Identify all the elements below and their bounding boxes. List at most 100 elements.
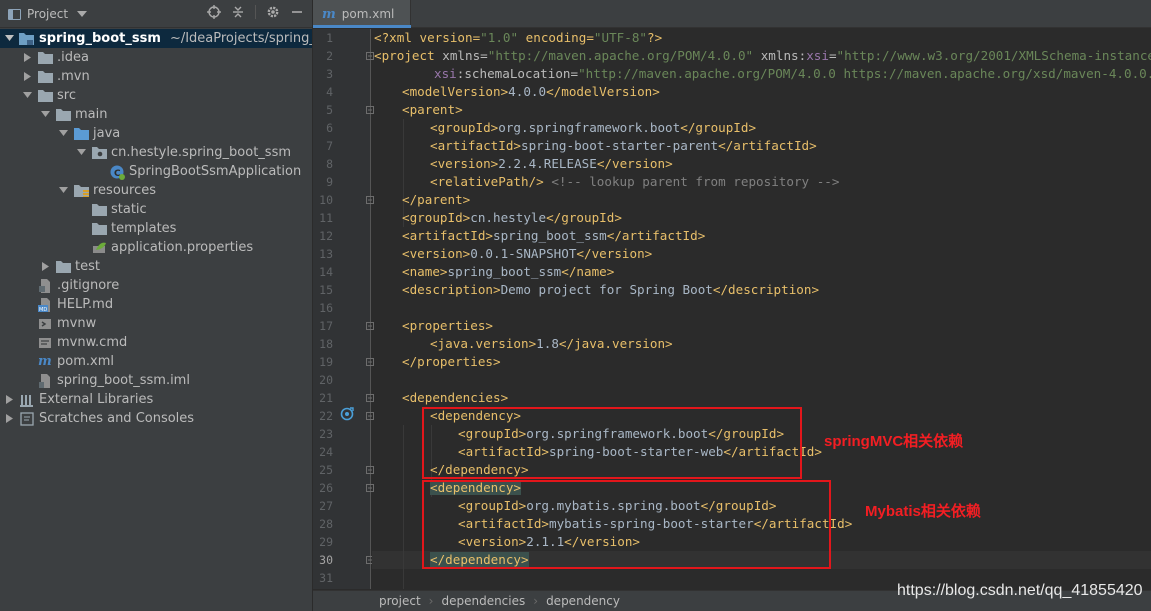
tree-item-iml[interactable]: spring_boot_ssm.iml (0, 371, 312, 390)
tree-item-label: HELP.md (57, 297, 114, 312)
chevron-down-icon[interactable] (22, 86, 34, 105)
line-number: 1 (326, 31, 333, 45)
collapse-all-icon[interactable] (231, 5, 245, 19)
package-icon (92, 146, 107, 159)
code-line-18: <java.version>1.8</java.version> (430, 336, 673, 351)
line-number: 14 (319, 265, 333, 279)
tree-item-external-libraries[interactable]: External Libraries (0, 390, 312, 409)
mybatis-annotation-box (422, 480, 831, 569)
breadcrumb-item-dependencies[interactable]: dependencies (441, 591, 525, 611)
line-number: 18 (319, 337, 333, 351)
tree-item-static[interactable]: static (0, 200, 312, 219)
chevron-down-icon[interactable] (40, 105, 52, 124)
tree-item-label: cn.hestyle.spring_boot_ssm (111, 145, 292, 160)
project-tree: spring_boot_ssm ~/IdeaProjects/spring_bo… (0, 29, 312, 428)
tree-item-templates[interactable]: templates (0, 219, 312, 238)
tree-item-mvn[interactable]: .mvn (0, 67, 312, 86)
breadcrumb-item-dependency[interactable]: dependency (546, 591, 620, 611)
chevron-right-icon[interactable] (40, 257, 52, 276)
chevron-down-icon[interactable] (58, 181, 70, 200)
tree-item-mvnw[interactable]: mvnw (0, 314, 312, 333)
tree-item-spring-boot-ssm[interactable]: spring_boot_ssm ~/IdeaProjects/spring_bo… (0, 29, 312, 48)
line-number: 22 (319, 409, 333, 423)
line-number-gutter[interactable]: 1 2 3 4 5 6 7 8 9 10 11 12 13 14 15 16 1… (313, 29, 374, 589)
tree-item-label: pom.xml (57, 354, 114, 369)
line-number: 29 (319, 535, 333, 549)
line-number: 5 (326, 103, 333, 117)
tree-item-resources[interactable]: resources (0, 181, 312, 200)
tree-item-application-class[interactable]: C SpringBootSsmApplication (0, 162, 312, 181)
tree-item-label: .idea (57, 50, 89, 65)
minimize-icon[interactable] (290, 5, 304, 19)
project-icon (8, 8, 21, 20)
tree-item-application-properties[interactable]: application.properties (0, 238, 312, 257)
tree-item-java[interactable]: java (0, 124, 312, 143)
gear-icon[interactable] (266, 5, 280, 19)
line-number: 6 (326, 121, 333, 135)
breadcrumb-item-project[interactable]: project (379, 591, 421, 611)
chevron-right-icon[interactable] (4, 409, 16, 428)
tree-item-label: static (111, 202, 147, 217)
mybatis-annotation-label: Mybatis相关依赖 (865, 503, 981, 520)
code-line-7: <artifactId>spring-boot-starter-parent</… (430, 138, 817, 153)
code-line-14: <name>spring_boot_ssm</name> (402, 264, 615, 279)
folder-icon (92, 203, 107, 216)
tree-item-scratches[interactable]: Scratches and Consoles (0, 409, 312, 428)
chevron-down-icon[interactable] (58, 124, 70, 143)
tree-item-pom-xml[interactable]: m pom.xml (0, 352, 312, 371)
tree-item-test[interactable]: test (0, 257, 312, 276)
chevron-right-icon[interactable] (4, 390, 16, 409)
chevron-down-icon[interactable] (77, 11, 88, 17)
line-number: 19 (319, 355, 333, 369)
line-number: 16 (319, 301, 333, 315)
springmvc-annotation-label: springMVC相关依赖 (824, 433, 964, 450)
tree-item-label: src (57, 88, 76, 103)
line-number: 4 (326, 85, 333, 99)
maven-file-icon: m (322, 6, 336, 22)
code-line-13: <version>0.0.1-SNAPSHOT</version> (402, 246, 653, 261)
line-number: 25 (319, 463, 333, 477)
tree-item-package[interactable]: cn.hestyle.spring_boot_ssm (0, 143, 312, 162)
tree-item-label: Scratches and Consoles (39, 411, 195, 426)
tree-item-main[interactable]: main (0, 105, 312, 124)
line-number: 12 (319, 229, 333, 243)
tree-item-label: spring_boot_ssm.iml (57, 373, 190, 388)
breadcrumb-separator-icon: › (428, 594, 434, 608)
tree-item-help-md[interactable]: MD HELP.md (0, 295, 312, 314)
folder-icon (38, 89, 53, 102)
tree-item-mvnw-cmd[interactable]: mvnw.cmd (0, 333, 312, 352)
chevron-down-icon[interactable] (4, 29, 16, 48)
line-number: 9 (326, 175, 333, 189)
code-editor[interactable]: <?xml version="1.0" encoding="UTF-8"?> <… (372, 29, 1151, 589)
tab-pom-xml[interactable]: m pom.xml (313, 0, 411, 28)
chevron-down-icon[interactable] (76, 143, 88, 162)
line-number: 31 (319, 571, 333, 585)
line-number: 23 (319, 427, 333, 441)
code-line-19: </properties> (402, 354, 501, 369)
tree-item-gitignore[interactable]: .gitignore (0, 276, 312, 295)
tree-item-idea[interactable]: .idea (0, 48, 312, 67)
line-number: 2 (326, 49, 333, 63)
tab-label: pom.xml (341, 7, 395, 21)
tree-item-label: .gitignore (57, 278, 120, 293)
chevron-right-icon[interactable] (22, 67, 34, 86)
indent-guide (403, 425, 404, 589)
line-number: 30 (319, 553, 333, 567)
line-number: 24 (319, 445, 333, 459)
maven-dependency-gutter-icon[interactable] (340, 407, 354, 421)
tree-item-label: application.properties (111, 240, 254, 255)
watermark: https://blog.csdn.net/qq_41855420 (897, 582, 1143, 599)
line-number: 15 (319, 283, 333, 297)
project-panel-title: Project (27, 7, 69, 21)
tree-item-src[interactable]: src (0, 86, 312, 105)
resources-folder-icon (74, 184, 89, 197)
locate-icon[interactable] (207, 5, 221, 19)
folder-icon (92, 222, 107, 235)
tree-item-label: SpringBootSsmApplication (129, 164, 302, 179)
chevron-right-icon[interactable] (22, 48, 34, 67)
line-number: 20 (319, 373, 333, 387)
code-line-3: xsi:schemaLocation="http://maven.apache.… (434, 66, 1151, 81)
springmvc-annotation-box (422, 407, 802, 479)
svg-text:MD: MD (39, 307, 47, 312)
project-view-selector[interactable]: Project (8, 7, 88, 21)
